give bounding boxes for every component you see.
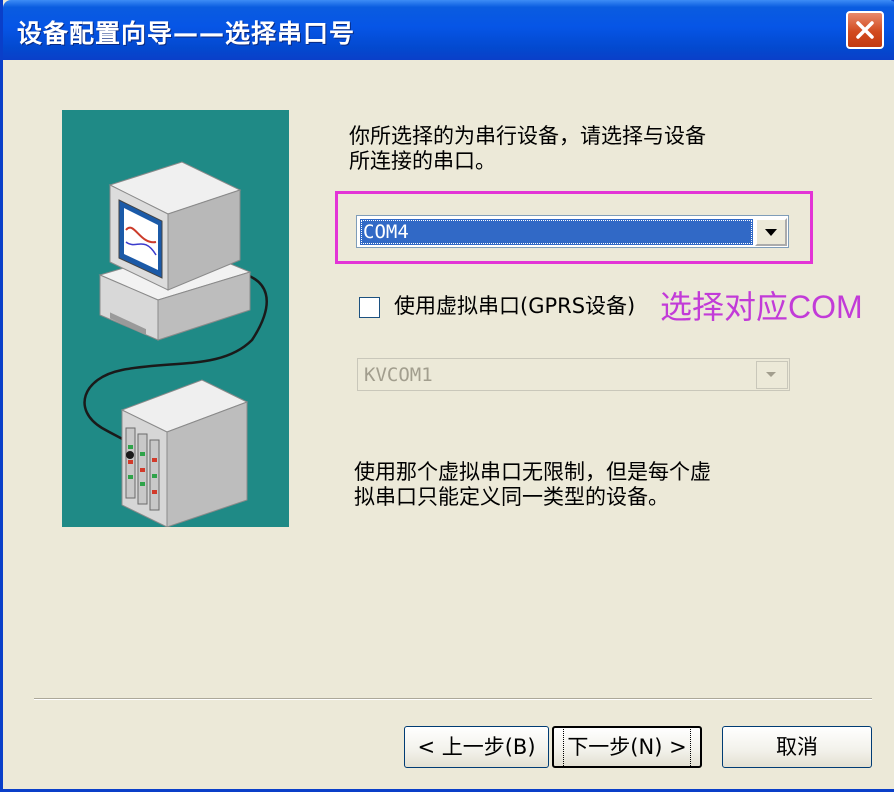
dialog-window: 设备配置向导——选择串口号 你所选择的为串行设备，请选择与设备 所连接的串口。 … (0, 0, 894, 792)
title-bar[interactable]: 设备配置向导——选择串口号 (3, 0, 894, 60)
virtual-port-value: KVCOM1 (364, 364, 433, 386)
dropdown-arrow-icon (765, 229, 777, 236)
cancel-button[interactable]: 取消 (722, 726, 872, 768)
serial-port-select[interactable]: COM4 (356, 215, 789, 248)
annotation-text: 选择对应COM (660, 289, 863, 325)
serial-port-value: COM4 (360, 219, 753, 245)
virtual-port-select[interactable]: KVCOM1 (357, 358, 790, 391)
cancel-button-label: 取消 (776, 735, 818, 759)
note-text: 使用那个虚拟串口无限制，但是每个虚 拟串口只能定义同一类型的设备。 (354, 460, 711, 510)
close-icon (856, 21, 874, 39)
next-button-label: 下一步(N) > (563, 726, 691, 768)
footer-separator-highlight (34, 699, 872, 700)
serial-port-dropdown-button[interactable] (755, 218, 787, 246)
back-button[interactable]: < 上一步(B) (404, 726, 549, 768)
close-button[interactable] (846, 11, 884, 49)
virtual-port-checkbox[interactable] (359, 297, 380, 318)
instruction-line-1: 你所选择的为串行设备，请选择与设备 (349, 124, 706, 148)
virtual-port-checkbox-label[interactable]: 使用虚拟串口(GPRS设备) (394, 294, 635, 319)
note-line-1: 使用那个虚拟串口无限制，但是每个虚 (354, 460, 711, 484)
virtual-port-dropdown-button[interactable] (756, 361, 788, 389)
dialog-body: 你所选择的为串行设备，请选择与设备 所连接的串口。 COM4 使用虚拟串口(GP… (6, 60, 894, 789)
next-button[interactable]: 下一步(N) > (552, 726, 702, 768)
dropdown-arrow-icon (766, 372, 776, 377)
back-button-label: < 上一步(B) (417, 735, 536, 759)
computer-device-illustration (62, 110, 289, 528)
window-title: 设备配置向导——选择串口号 (17, 19, 356, 48)
instruction-text: 你所选择的为串行设备，请选择与设备 所连接的串口。 (349, 124, 706, 174)
instruction-line-2: 所连接的串口。 (349, 149, 496, 173)
note-line-2: 拟串口只能定义同一类型的设备。 (354, 485, 669, 509)
